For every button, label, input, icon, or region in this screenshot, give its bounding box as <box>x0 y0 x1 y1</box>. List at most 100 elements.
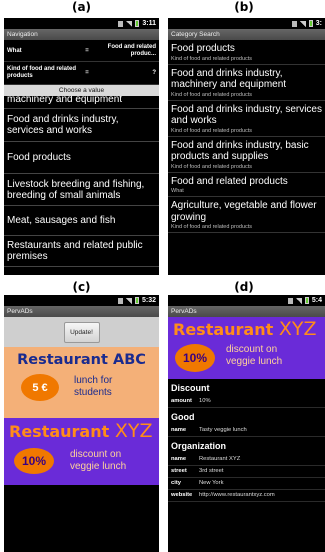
list-item-label: Meat, sausages and fish <box>7 215 116 226</box>
app-title: PervADs <box>168 306 325 317</box>
list-item[interactable]: Food and drinks industry, machinery and … <box>168 65 325 101</box>
status-bar: 5:32 <box>4 295 159 306</box>
detail-row: website http://www.restaurantxyz.com <box>168 490 325 502</box>
choose-value-header: Choose a value <box>4 85 159 96</box>
detail-value: Restaurant XYZ <box>199 456 241 462</box>
detail-key: website <box>171 492 193 498</box>
list-item-title: Food products <box>171 43 235 54</box>
list-item[interactable]: Food and drinks industry, services and w… <box>4 109 159 142</box>
list-item[interactable]: Agriculture, vegetable and flower growin… <box>168 197 325 233</box>
screen-category-search: 3: Category Search Food products Kind of… <box>168 18 325 275</box>
signal-icon <box>299 20 306 27</box>
list-item-subtitle: Kind of food and related products <box>171 224 253 230</box>
list-item-label: Restaurants and related public premises <box>7 240 143 262</box>
list-item-subtitle: Kind of food and related products <box>171 55 253 62</box>
ad-heading: Restaurant ABC <box>17 352 146 368</box>
list-item-title: Food and drinks industry, basic products… <box>171 139 309 163</box>
filter-key: Kind of food and related products <box>7 66 76 79</box>
ad-text-line: veggie lunch <box>226 356 283 367</box>
ad-text: discount on veggie lunch <box>226 344 282 368</box>
detail-row: city New York <box>168 478 325 490</box>
list-item-title: Agriculture, vegetable and flower growin… <box>171 200 317 223</box>
ad-text: discount on veggie lunch <box>70 449 126 473</box>
list-item-label: Livestock breeding and fishing, breeding… <box>7 178 145 201</box>
list-item-subtitle: Kind of food and related products <box>171 91 253 98</box>
list-item-label: machinery and equipment <box>7 96 123 105</box>
discount-badge: 10% <box>14 448 54 474</box>
website-link[interactable]: http://www.restaurantxyz.com <box>199 492 275 498</box>
sd-card-icon <box>291 20 297 27</box>
equals-sign: = <box>85 70 89 76</box>
ad-text-line: discount on <box>70 449 122 460</box>
equals-sign: = <box>85 47 89 54</box>
ad-restaurant-abc[interactable]: Restaurant ABC 5 € lunch for students <box>4 347 159 418</box>
section-title: Organization <box>171 441 227 451</box>
signal-icon <box>295 297 302 304</box>
sd-card-icon <box>287 297 293 304</box>
price-badge: 5 € <box>21 374 59 401</box>
list-item[interactable]: Food and drinks industry, basic products… <box>168 137 325 173</box>
list-item[interactable]: machinery and equipment <box>4 96 159 109</box>
signal-icon <box>125 297 132 304</box>
detail-key: amount <box>171 398 192 404</box>
list-item[interactable]: Meat, sausages and fish <box>4 206 159 236</box>
panel-label-b: (b) <box>234 0 254 14</box>
detail-row: name Restaurant XYZ <box>168 454 325 466</box>
clock: 3: <box>315 20 322 27</box>
clock: 3:11 <box>142 20 156 27</box>
ad-heading: Restaurant XYZ <box>9 420 152 442</box>
filter-row-what[interactable]: What = Food and related produc... <box>4 40 159 62</box>
list-item[interactable]: Restaurants and related public premises <box>4 236 159 267</box>
list-item-subtitle: Kind of food and related products <box>171 127 253 134</box>
ad-text-line: lunch for <box>74 375 113 386</box>
screen-pervads-list: 5:32 PervADs Update! Restaurant ABC 5 € … <box>4 295 159 552</box>
list-item[interactable]: Food products Kind of food and related p… <box>168 40 325 65</box>
ad-restaurant-xyz[interactable]: Restaurant XYZ 10% discount on veggie lu… <box>4 418 159 485</box>
ad-heading-suffix: XYZ <box>278 318 317 340</box>
list-item[interactable]: Food products <box>4 142 159 174</box>
detail-key: city <box>171 480 181 486</box>
list-item[interactable]: Food and drinks industry, services and w… <box>168 101 325 137</box>
ad-restaurant-xyz: Restaurant XYZ 10% discount on veggie lu… <box>168 317 325 379</box>
detail-row: amount 10% <box>168 396 325 408</box>
detail-value: Tasty veggie lunch <box>199 427 247 433</box>
signal-icon <box>126 20 133 27</box>
screen-pervads-detail: 5:4 PervADs Restaurant XYZ 10% discount … <box>168 295 325 552</box>
battery-icon <box>308 20 313 27</box>
sd-card-icon <box>118 20 124 27</box>
sd-card-icon <box>117 297 123 304</box>
update-bar: Update! <box>4 317 159 347</box>
detail-value: 10% <box>199 398 211 404</box>
section-title: Good <box>171 412 195 422</box>
detail-key: name <box>171 427 187 433</box>
filter-row-kind[interactable]: Kind of food and related products = ? <box>4 62 159 85</box>
update-button[interactable]: Update! <box>63 322 100 343</box>
detail-value: 3rd street <box>199 468 224 474</box>
ad-text-line: students <box>74 387 112 398</box>
category-list: Food products Kind of food and related p… <box>168 40 325 233</box>
panel-label-c: (c) <box>72 280 91 294</box>
panel-label-d: (d) <box>234 280 254 294</box>
list-item-subtitle: Kind of food and related products <box>171 163 253 170</box>
ad-text: lunch for students <box>74 375 112 399</box>
list-item-title: Food and drinks industry, services and w… <box>171 103 322 127</box>
list-item[interactable]: Food and related products What <box>168 173 325 197</box>
status-bar: 3:11 <box>4 18 159 29</box>
battery-icon <box>135 20 140 27</box>
list-item-subtitle: What <box>171 188 184 194</box>
discount-badge: 10% <box>175 344 215 372</box>
section-title: Discount <box>171 383 210 393</box>
list-item-label: Food products <box>7 152 71 163</box>
list-item[interactable]: Livestock breeding and fishing, breeding… <box>4 174 159 206</box>
detail-value: New York <box>199 480 224 486</box>
ad-heading: Restaurant XYZ <box>173 318 316 340</box>
ad-heading-name: Restaurant <box>173 320 274 339</box>
value-list: machinery and equipment Food and drinks … <box>4 96 159 267</box>
ad-heading-suffix: XYZ <box>114 420 153 442</box>
list-item-label: Food and drinks industry, services and w… <box>7 114 119 136</box>
list-item-title: Food and related products <box>171 175 288 187</box>
clock: 5:32 <box>141 297 156 304</box>
battery-icon <box>304 297 309 304</box>
app-title: PervADs <box>4 306 159 317</box>
screen-navigation: 3:11 Navigation What = Food and related … <box>4 18 159 275</box>
